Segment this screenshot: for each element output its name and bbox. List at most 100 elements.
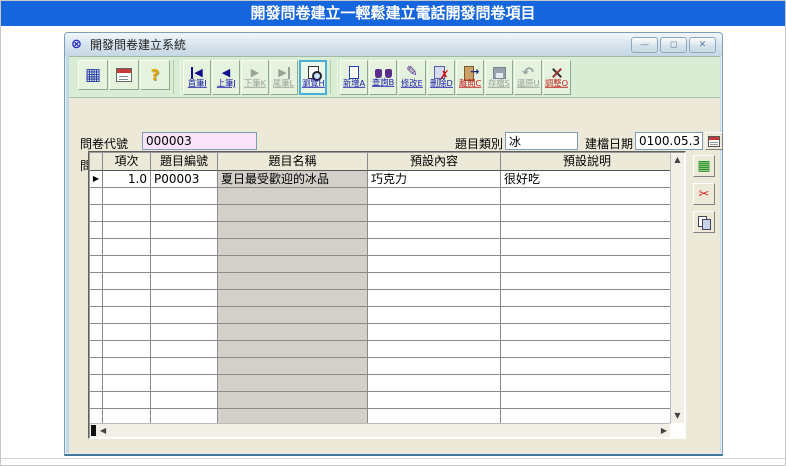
cell-seq[interactable]: [103, 358, 151, 375]
row-selector[interactable]: [90, 324, 103, 341]
cell-name[interactable]: [218, 239, 368, 256]
cell-name[interactable]: [218, 392, 368, 409]
row-selector[interactable]: [90, 392, 103, 409]
table-row[interactable]: [90, 409, 670, 423]
row-selector[interactable]: [90, 222, 103, 239]
table-row[interactable]: [90, 290, 670, 307]
cell-note[interactable]: [501, 324, 670, 341]
minimize-button[interactable]: —: [631, 37, 658, 53]
cell-name[interactable]: [218, 273, 368, 290]
window-titlebar[interactable]: ⊗ 開發問卷建立系統 — ◻ ✕: [65, 33, 722, 56]
cell-code[interactable]: [151, 392, 218, 409]
cell-note[interactable]: [501, 358, 670, 375]
exit-button[interactable]: 離開C: [456, 60, 484, 95]
cell-content[interactable]: [368, 256, 501, 273]
cell-seq[interactable]: 1.0: [103, 171, 151, 188]
cell-seq[interactable]: [103, 256, 151, 273]
row-selector[interactable]: [90, 188, 103, 205]
cut-button[interactable]: ✂: [693, 183, 715, 205]
cell-seq[interactable]: [103, 290, 151, 307]
help-button[interactable]: ?: [140, 60, 170, 90]
cell-code[interactable]: [151, 222, 218, 239]
cell-seq[interactable]: [103, 222, 151, 239]
vertical-scrollbar[interactable]: ▲ ▼: [670, 153, 684, 423]
cell-content[interactable]: [368, 273, 501, 290]
cell-name[interactable]: [218, 409, 368, 423]
cell-seq[interactable]: [103, 409, 151, 423]
cell-seq[interactable]: [103, 273, 151, 290]
row-selector[interactable]: [90, 239, 103, 256]
code-input[interactable]: [142, 132, 257, 150]
cell-code[interactable]: [151, 324, 218, 341]
cell-name[interactable]: [218, 324, 368, 341]
row-selector[interactable]: [90, 375, 103, 392]
adjust-button[interactable]: 調整O: [543, 60, 571, 95]
cell-note[interactable]: [501, 392, 670, 409]
maximize-button[interactable]: ◻: [660, 37, 687, 53]
cell-note[interactable]: [501, 222, 670, 239]
cell-name[interactable]: [218, 341, 368, 358]
cell-code[interactable]: [151, 409, 218, 423]
cell-content[interactable]: [368, 222, 501, 239]
table-row[interactable]: [90, 341, 670, 358]
cell-note[interactable]: 很好吃: [501, 171, 670, 188]
cell-note[interactable]: [501, 239, 670, 256]
table-row[interactable]: [90, 256, 670, 273]
table-row[interactable]: [90, 273, 670, 290]
table-row[interactable]: [90, 188, 670, 205]
row-selector[interactable]: [90, 205, 103, 222]
cell-content[interactable]: [368, 290, 501, 307]
modify-button[interactable]: ✎修改E: [398, 60, 426, 95]
cell-content[interactable]: [368, 409, 501, 423]
cell-content[interactable]: [368, 375, 501, 392]
cell-content[interactable]: [368, 341, 501, 358]
table-row[interactable]: [90, 222, 670, 239]
prev-record-button[interactable]: ◀上筆J: [212, 60, 240, 95]
row-selector[interactable]: [90, 273, 103, 290]
first-record-button[interactable]: ◀首筆I: [183, 60, 211, 95]
row-selector[interactable]: [90, 290, 103, 307]
table-row[interactable]: [90, 205, 670, 222]
cell-seq[interactable]: [103, 307, 151, 324]
scroll-left-icon[interactable]: ◀: [100, 424, 106, 438]
cell-name[interactable]: [218, 290, 368, 307]
cell-code[interactable]: [151, 256, 218, 273]
cell-code[interactable]: [151, 307, 218, 324]
cell-content[interactable]: [368, 188, 501, 205]
row-selector[interactable]: [90, 307, 103, 324]
cell-name[interactable]: [218, 188, 368, 205]
add-button[interactable]: 新增A: [340, 60, 368, 95]
row-selector[interactable]: ▶: [90, 171, 103, 188]
cell-code[interactable]: [151, 205, 218, 222]
cell-note[interactable]: [501, 205, 670, 222]
cell-code[interactable]: [151, 375, 218, 392]
cell-content[interactable]: [368, 205, 501, 222]
cell-name[interactable]: [218, 256, 368, 273]
cell-seq[interactable]: [103, 392, 151, 409]
row-selector[interactable]: [90, 358, 103, 375]
cell-seq[interactable]: [103, 375, 151, 392]
cell-note[interactable]: [501, 409, 670, 423]
delete-button[interactable]: 刪除D: [427, 60, 455, 95]
cell-content[interactable]: 巧克力: [368, 171, 501, 188]
table-row[interactable]: [90, 375, 670, 392]
table-row[interactable]: ▶1.0P00003夏日最受歡迎的冰品巧克力很好吃: [90, 171, 670, 188]
category-input[interactable]: [505, 132, 578, 150]
cell-note[interactable]: [501, 375, 670, 392]
cell-note[interactable]: [501, 341, 670, 358]
cell-code[interactable]: [151, 188, 218, 205]
close-button[interactable]: ✕: [689, 37, 716, 53]
scroll-down-icon[interactable]: ▼: [671, 410, 684, 422]
cell-code[interactable]: [151, 358, 218, 375]
calendar-button[interactable]: [109, 60, 139, 90]
cell-seq[interactable]: [103, 239, 151, 256]
cell-seq[interactable]: [103, 205, 151, 222]
date-picker-button[interactable]: [705, 132, 723, 150]
table-row[interactable]: [90, 392, 670, 409]
cell-code[interactable]: [151, 290, 218, 307]
table-row[interactable]: [90, 239, 670, 256]
cell-code[interactable]: P00003: [151, 171, 218, 188]
cell-note[interactable]: [501, 273, 670, 290]
grid-view-button[interactable]: ▦: [693, 155, 715, 177]
date-input[interactable]: [635, 132, 703, 150]
